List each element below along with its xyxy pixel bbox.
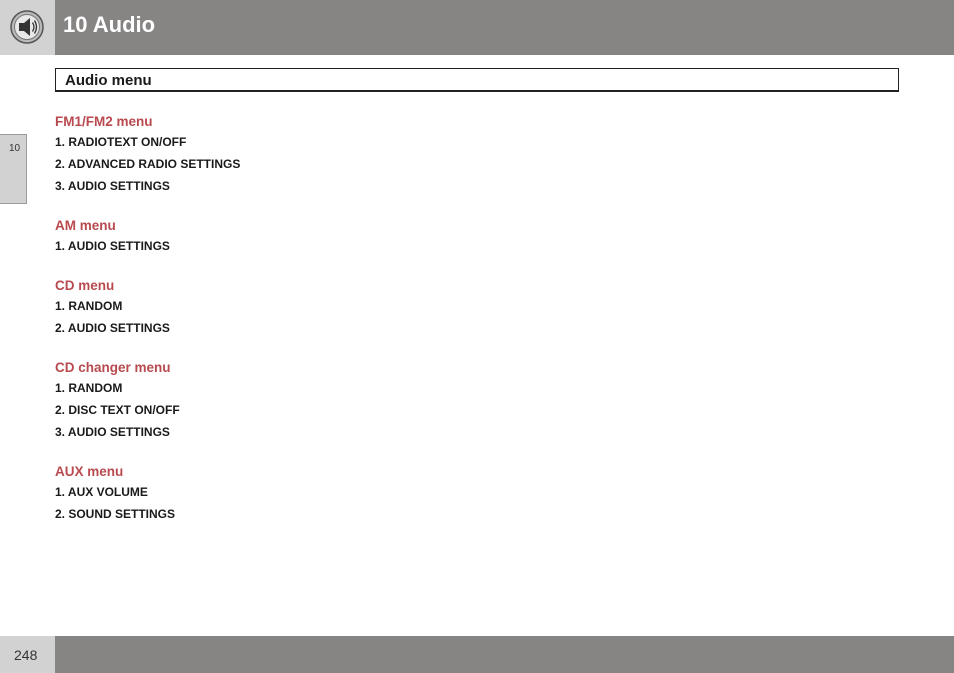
menu-item: 2. DISC TEXT ON/OFF xyxy=(55,403,180,417)
menu-heading: FM1/FM2 menu xyxy=(55,114,153,129)
menu-list: FM1/FM2 menu 1. RADIOTEXT ON/OFF 2. ADVA… xyxy=(55,112,655,544)
menu-group-fm: FM1/FM2 menu 1. RADIOTEXT ON/OFF 2. ADVA… xyxy=(55,112,655,197)
chapter-tab-label: 10 xyxy=(9,143,21,154)
menu-item: 1. RANDOM xyxy=(55,381,123,395)
menu-item: 1. AUX VOLUME xyxy=(55,485,148,499)
menu-item: 1. RADIOTEXT ON/OFF xyxy=(55,135,187,149)
menu-item: 2. SOUND SETTINGS xyxy=(55,507,176,521)
menu-item: 1. AUDIO SETTINGS xyxy=(55,239,170,253)
speaker-icon xyxy=(10,10,44,44)
page-title: 10 Audio xyxy=(63,12,156,37)
header-bar: 10 Audio xyxy=(55,0,954,55)
menu-heading: AM menu xyxy=(55,218,116,233)
header-icon-box xyxy=(0,0,55,55)
chapter-tab: 10 xyxy=(0,134,27,204)
menu-heading: CD changer menu xyxy=(55,360,171,375)
menu-item: 2. AUDIO SETTINGS xyxy=(55,321,170,335)
menu-item: 2. ADVANCED RADIO SETTINGS xyxy=(55,157,241,171)
page-number: 248 xyxy=(14,647,38,663)
menu-group-am: AM menu 1. AUDIO SETTINGS xyxy=(55,216,655,257)
menu-item: 3. AUDIO SETTINGS xyxy=(55,179,170,193)
footer-bar xyxy=(55,636,954,673)
menu-item: 1. RANDOM xyxy=(55,299,123,313)
menu-item: 3. AUDIO SETTINGS xyxy=(55,425,170,439)
menu-heading: CD menu xyxy=(55,278,115,293)
section-title: Audio menu xyxy=(65,72,152,89)
menu-group-cd-changer: CD changer menu 1. RANDOM 2. DISC TEXT O… xyxy=(55,358,655,443)
page-number-box: 248 xyxy=(0,636,55,673)
section-title-box: Audio menu xyxy=(55,68,899,92)
menu-group-aux: AUX menu 1. AUX VOLUME 2. SOUND SETTINGS xyxy=(55,462,655,525)
menu-heading: AUX menu xyxy=(55,464,124,479)
menu-group-cd: CD menu 1. RANDOM 2. AUDIO SETTINGS xyxy=(55,276,655,339)
